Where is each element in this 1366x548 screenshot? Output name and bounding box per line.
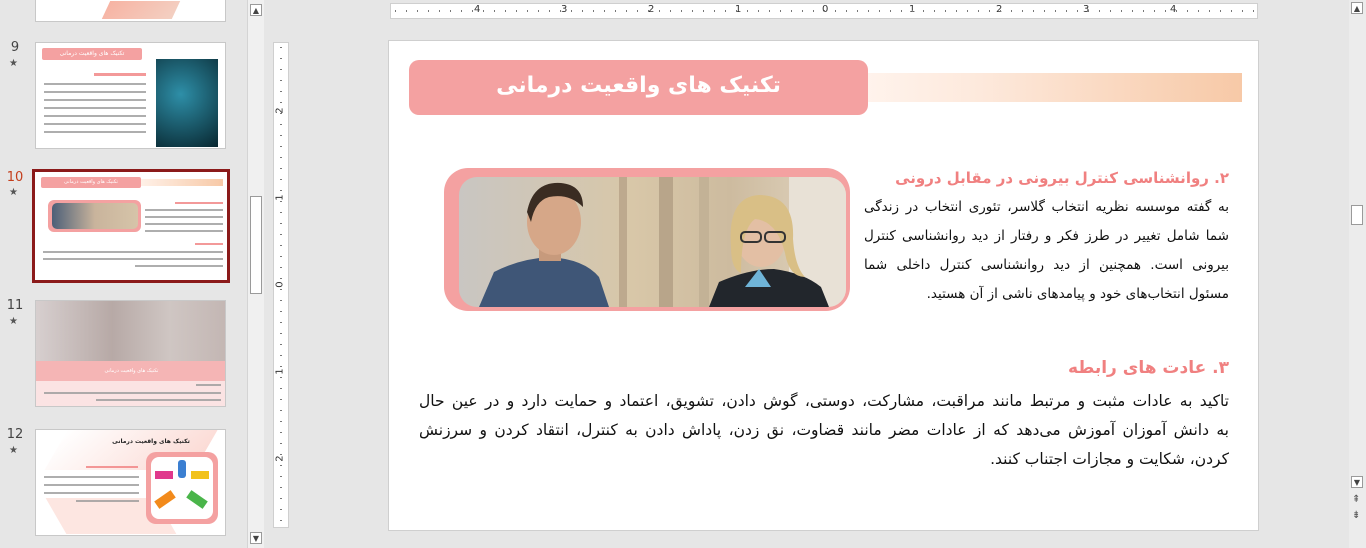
scroll-up-button[interactable]: ▲ xyxy=(250,4,262,16)
thumb-title: تکنیک های واقعیت درمانی xyxy=(64,179,118,185)
slide-thumbnail-12[interactable]: تکنیک های واقعیت درمانی xyxy=(35,429,226,536)
editor-scrollbar[interactable]: ▲ ▼ ⇞ ⇟ xyxy=(1349,0,1366,548)
scroll-down-button[interactable]: ▼ xyxy=(250,532,262,544)
horizontal-ruler[interactable]: 432101234 xyxy=(390,3,1258,19)
thumb-decoration xyxy=(101,1,181,19)
scrollbar-thumb[interactable] xyxy=(1351,205,1363,225)
scroll-up-button[interactable]: ▲ xyxy=(1351,2,1363,14)
slide-thumbnail-11[interactable]: تکنیک های واقعیت درمانی xyxy=(35,300,226,407)
ruler-number: 3 xyxy=(561,4,568,15)
ruler-number: 0 xyxy=(274,281,286,288)
thumb-title: تکنیک های واقعیت درمانی xyxy=(112,438,190,445)
star-icon: ★ xyxy=(9,445,18,456)
ruler-number: 4 xyxy=(474,4,481,15)
thumb-head-image xyxy=(156,59,218,147)
thumb-photo xyxy=(52,203,138,229)
sec3-line: به دانش آموزان آموزش می‌دهد که از عادات … xyxy=(419,421,1229,439)
slide-canvas[interactable]: تکنیک های واقعیت درمانی ۲. روانشناسی کنت… xyxy=(388,40,1259,531)
ruler-number: 1 xyxy=(274,368,286,375)
previous-slide-button[interactable]: ⇞ xyxy=(1352,494,1360,505)
title-gradient-band xyxy=(867,73,1242,102)
thumb-arrows-image xyxy=(151,457,213,519)
thumb-title: تکنیک های واقعیت درمانی xyxy=(59,50,125,57)
ruler-number: 1 xyxy=(274,194,286,201)
sec2-line: شما شامل تغییر در طرز فکر و رفتار از دید… xyxy=(864,228,1229,244)
slide-number-12: 12 xyxy=(6,427,24,442)
slide-thumbnail-8[interactable] xyxy=(35,0,226,22)
vertical-ruler[interactable]: 21012 xyxy=(273,42,289,528)
conversation-photo[interactable] xyxy=(459,177,846,307)
section3-heading[interactable]: ۳. عادت های رابطه xyxy=(809,358,1229,378)
sec2-line: مسئول انتخاب‌های خود و پیامدهای ناشی از … xyxy=(926,286,1229,302)
scrollbar-thumb[interactable] xyxy=(250,196,262,294)
thumb-photo xyxy=(36,301,225,363)
slide-number-10: 10 xyxy=(6,170,24,185)
slide-thumbnail-9[interactable]: تکنیک های واقعیت درمانی xyxy=(35,42,226,149)
star-icon: ★ xyxy=(9,316,18,327)
section2-heading[interactable]: ۲. روانشناسی کنترل بیرونی در مقابل درونی xyxy=(849,169,1229,187)
slide-title[interactable]: تکنیک های واقعیت درمانی xyxy=(409,60,868,115)
slide-number-9: 9 xyxy=(10,40,20,55)
star-icon: ★ xyxy=(9,187,18,198)
ruler-number: 0 xyxy=(822,4,829,15)
thumb-title: تکنیک های واقعیت درمانی xyxy=(104,368,159,374)
thumbnail-scrollbar[interactable]: ▲ ▼ xyxy=(247,0,264,548)
slide-number-11: 11 xyxy=(6,298,24,313)
sec3-line: کردن، شکایت و مجازات اجتناب کنند. xyxy=(990,450,1229,468)
star-icon: ★ xyxy=(9,58,18,69)
sec3-line: تاکید به عادات مثبت و مرتبط مانند مراقبت… xyxy=(419,392,1229,410)
next-slide-button[interactable]: ⇟ xyxy=(1352,510,1360,521)
sec2-line: به گفته موسسه نظریه انتخاب گلاسر، تئوری … xyxy=(864,199,1229,215)
slide-thumbnail-pane: 9 ★ تکنیک های واقعیت درمانی 10 ★ تکنیک ه… xyxy=(0,0,246,548)
scroll-down-button[interactable]: ▼ xyxy=(1351,476,1363,488)
slide-thumbnail-10[interactable]: تکنیک های واقعیت درمانی xyxy=(32,169,230,283)
ruler-number: 2 xyxy=(274,455,286,462)
sec2-line: بیرونی است. همچنین از دید روانشناسی کنتر… xyxy=(864,257,1229,273)
